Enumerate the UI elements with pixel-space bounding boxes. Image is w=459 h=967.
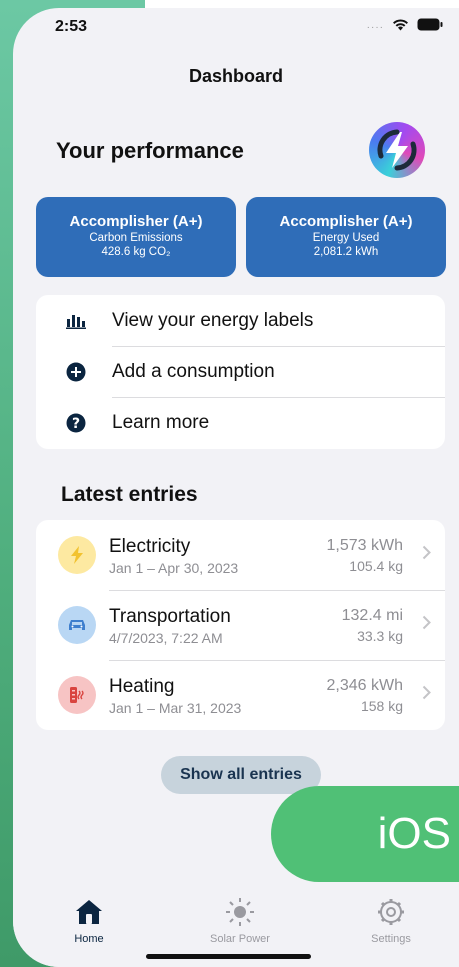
entry-date: Jan 1 – Apr 30, 2023 — [109, 560, 239, 576]
chevron-right-icon — [422, 685, 431, 705]
home-indicator — [146, 954, 311, 959]
status-bar: 2:53 ···· — [13, 8, 459, 48]
performance-title: Your performance — [56, 138, 244, 163]
entry-row-heating[interactable]: Heating Jan 1 – Mar 31, 2023 2,346 kWh 1… — [36, 660, 445, 730]
chevron-right-icon — [422, 615, 431, 635]
tab-solar-power[interactable]: Solar Power — [180, 897, 300, 945]
tab-home[interactable]: Home — [29, 897, 149, 945]
entry-value-secondary: 33.3 kg — [357, 628, 403, 644]
battery-icon — [417, 18, 443, 36]
entry-value-secondary: 105.4 kg — [349, 558, 403, 574]
entry-value-primary: 1,573 kWh — [326, 537, 403, 554]
chevron-right-icon — [422, 545, 431, 565]
wifi-icon — [392, 18, 409, 36]
ios-badge: iOS — [271, 786, 459, 882]
card-subtitle: Carbon Emissions — [89, 232, 183, 244]
entry-name: Heating — [109, 676, 175, 697]
app-logo-icon — [369, 122, 425, 178]
tab-label: Settings — [371, 933, 411, 945]
entry-row-transportation[interactable]: Transportation 4/7/2023, 7:22 AM 132.4 m… — [36, 590, 445, 660]
top-strip — [145, 0, 459, 8]
entry-date: 4/7/2023, 7:22 AM — [109, 630, 223, 646]
entry-date: Jan 1 – Mar 31, 2023 — [109, 700, 242, 716]
heater-icon — [58, 676, 96, 714]
menu-item-label: Add a consumption — [112, 360, 275, 382]
plus-circle-icon — [66, 362, 86, 382]
entry-value-secondary: 158 kg — [360, 698, 403, 714]
card-title: Accomplisher (A+) — [69, 213, 203, 230]
card-subtitle: Energy Used — [312, 232, 380, 244]
lightning-icon — [58, 536, 96, 574]
status-time: 2:53 — [55, 18, 88, 35]
page-title: Dashboard — [188, 66, 284, 86]
car-icon — [58, 606, 96, 644]
show-all-entries-button[interactable]: Show all entries — [161, 756, 321, 794]
status-icons: ···· — [367, 18, 443, 36]
energy-used-card[interactable]: Accomplisher (A+) Energy Used 2,081.2 kW… — [246, 197, 446, 277]
menu-item-label: Learn more — [112, 411, 210, 433]
entry-name: Transportation — [109, 606, 231, 627]
entry-name: Electricity — [109, 536, 191, 557]
menu-card: View your energy labels Add a consumptio… — [36, 295, 445, 449]
gear-icon — [331, 897, 451, 927]
cellular-dots-icon: ···· — [366, 21, 384, 33]
card-title: Accomplisher (A+) — [279, 213, 413, 230]
card-value: 2,081.2 kWh — [313, 246, 379, 258]
menu-item-energy-labels[interactable]: View your energy labels — [36, 295, 445, 346]
tab-label: Solar Power — [210, 933, 270, 945]
carbon-emissions-card[interactable]: Accomplisher (A+) Carbon Emissions 428.6… — [36, 197, 236, 277]
entry-value-primary: 132.4 mi — [341, 607, 403, 624]
menu-item-learn-more[interactable]: ? Learn more — [36, 397, 445, 448]
card-value: 428.6 kg CO₂ — [101, 246, 171, 258]
svg-text:?: ? — [72, 416, 80, 432]
question-circle-icon: ? — [66, 413, 86, 433]
menu-item-add-consumption[interactable]: Add a consumption — [36, 346, 445, 397]
entry-value-primary: 2,346 kWh — [326, 677, 403, 694]
tab-settings[interactable]: Settings — [331, 897, 451, 945]
menu-item-label: View your energy labels — [112, 309, 314, 331]
sun-icon — [180, 897, 300, 927]
entries-card: Electricity Jan 1 – Apr 30, 2023 1,573 k… — [36, 520, 445, 730]
bar-chart-icon — [66, 311, 86, 331]
latest-entries-title: Latest entries — [61, 483, 198, 506]
performance-cards: Accomplisher (A+) Carbon Emissions 428.6… — [36, 197, 446, 277]
tab-label: Home — [74, 933, 104, 945]
entry-row-electricity[interactable]: Electricity Jan 1 – Apr 30, 2023 1,573 k… — [36, 520, 445, 590]
house-icon — [29, 897, 149, 927]
